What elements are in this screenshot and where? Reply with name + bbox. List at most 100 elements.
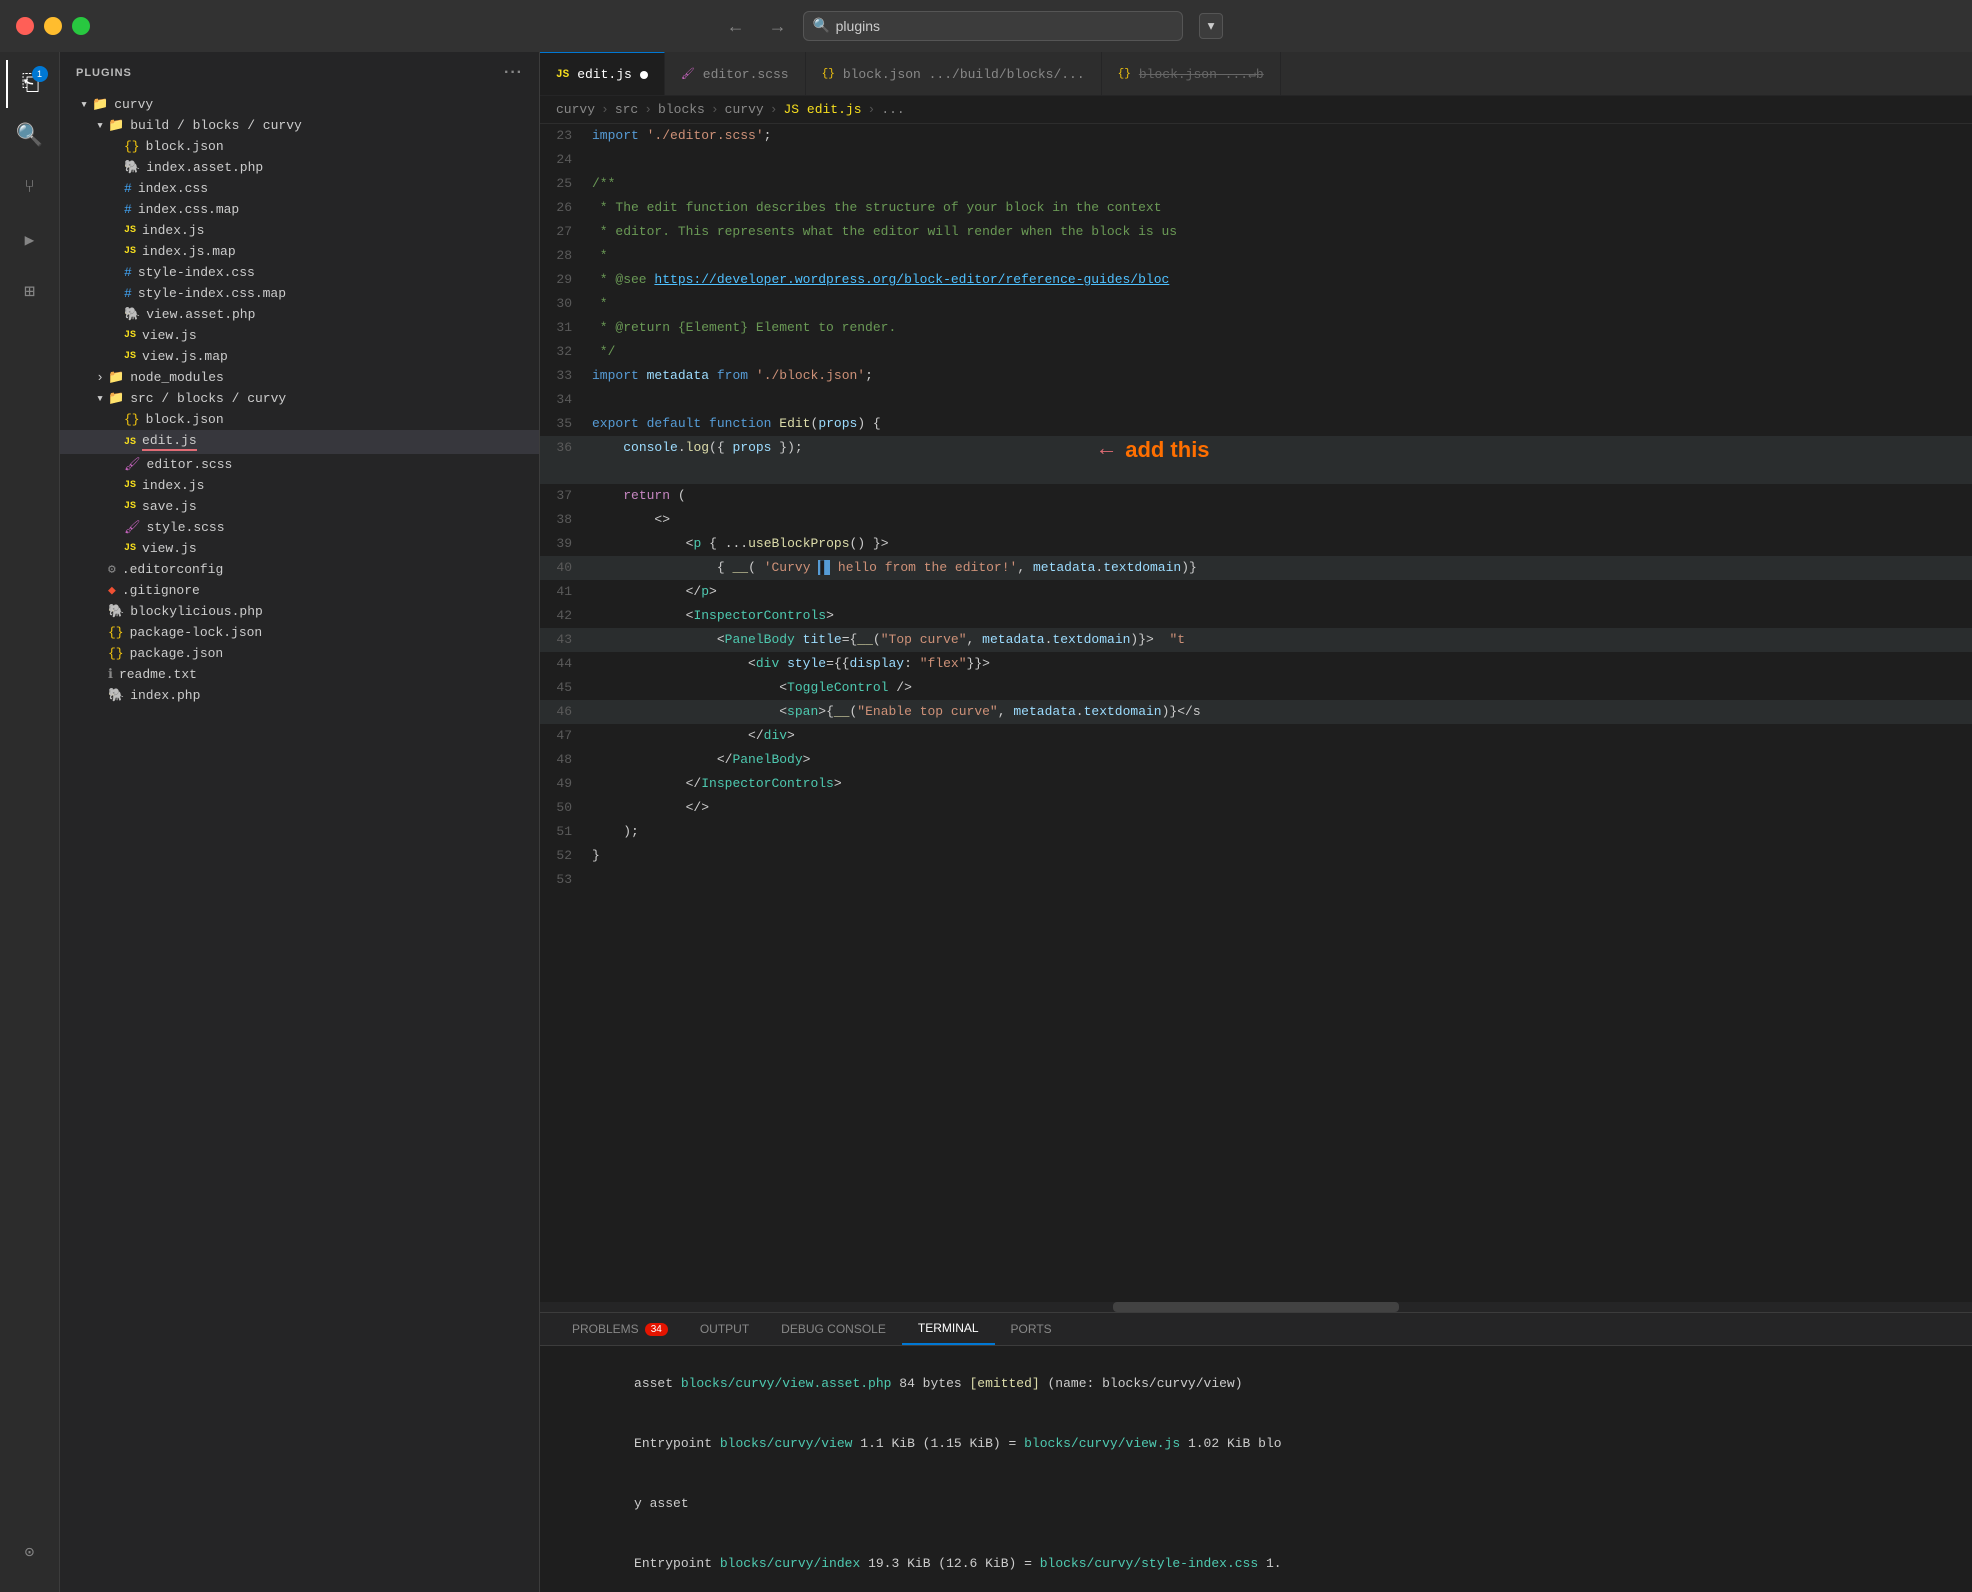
explorer-badge: 1 [32,66,48,82]
main-layout: ⎗ 1 🔍 ⑂ ▶ ⊞ ⊙ PLUGINS ··· ▾ 📁 curvy [0,52,1972,1592]
sidebar-more-button[interactable]: ··· [504,64,523,82]
code-line-50: 50 </> [540,796,1972,820]
tree-item-index-css-map-build[interactable]: # index.css.map [60,199,539,220]
tree-item-label: .gitignore [122,583,200,598]
source-control-icon: ⑂ [24,178,35,198]
search-dropdown-button[interactable]: ▾ [1199,13,1224,39]
tree-item-style-index-css-build[interactable]: # style-index.css [60,262,539,283]
tree-item-readme-txt[interactable]: ℹ readme.txt [60,664,539,685]
tree-item-view-asset-php-build[interactable]: 🐘 view.asset.php [60,304,539,325]
tab-block-json-src[interactable]: {} block.json ...↵b [1102,52,1281,96]
nav-back-button[interactable]: ← [719,12,753,41]
tree-item-save-js-src[interactable]: JS save.js [60,496,539,517]
tree-item-label: .editorconfig [122,562,223,577]
tree-item-gitignore[interactable]: ◆ .gitignore [60,580,539,601]
tree-item-label: view.asset.php [146,307,255,322]
activity-explorer[interactable]: ⎗ 1 [6,60,54,108]
horizontal-scrollbar[interactable] [540,1302,1972,1312]
activity-remote[interactable]: ⊙ [6,1528,54,1576]
tree-item-node-modules[interactable]: › 📁 node_modules [60,367,539,388]
folder-icon: 📁 [108,370,124,385]
tree-item-package-lock-json[interactable]: {} package-lock.json [60,622,539,643]
terminal-output: asset blocks/curvy/view.asset.php 84 byt… [540,1346,1972,1592]
tree-item-index-js-src[interactable]: JS index.js [60,475,539,496]
title-bar: ← → 🔍 ▾ [0,0,1972,52]
tree-item-index-css-build[interactable]: # index.css [60,178,539,199]
code-line-52: 52 } [540,844,1972,868]
tree-item-package-json[interactable]: {} package.json [60,643,539,664]
tree-item-style-scss-src[interactable]: 🖌 style.scss [60,517,539,538]
tree-item-src-blocks-curvy[interactable]: ▾ 📁 src / blocks / curvy [60,388,539,409]
tab-editor-scss[interactable]: 🖌 editor.scss [665,52,806,96]
tree-item-label: src / blocks / curvy [130,391,286,406]
remote-icon: ⊙ [25,1542,35,1562]
js-icon: JS [124,480,136,491]
folder-icon: 📁 [108,118,124,133]
panel-tab-ports[interactable]: PORTS [995,1313,1068,1345]
minimize-button[interactable] [44,17,62,35]
problems-badge: 34 [645,1323,668,1336]
activity-extensions[interactable]: ⊞ [6,268,54,316]
code-line-51: 51 ); [540,820,1972,844]
tree-item-editorconfig[interactable]: ⚙ .editorconfig [60,559,539,580]
txt-icon: ℹ [108,667,113,682]
tree-item-block-json-build[interactable]: {} block.json [60,136,539,157]
code-line-23: 23 import './editor.scss'; [540,124,1972,148]
scss-file-icon: 🖌 [681,67,695,81]
tree-item-label: editor.scss [147,457,233,472]
bc-ellipsis: ... [881,102,904,117]
tree-item-editor-scss-src[interactable]: 🖌 editor.scss [60,454,539,475]
code-line-35: 35 export default function Edit(props) { [540,412,1972,436]
tree-item-view-js-build[interactable]: JS view.js [60,325,539,346]
activity-source-control[interactable]: ⑂ [6,164,54,212]
panel-tab-output[interactable]: OUTPUT [684,1313,765,1345]
global-search-input[interactable] [803,11,1183,41]
run-icon: ▶ [25,230,35,250]
panel-tab-terminal[interactable]: TERMINAL [902,1313,995,1345]
tree-item-label: style-index.css [138,265,255,280]
activity-search[interactable]: 🔍 [6,112,54,160]
json-icon: {} [124,412,140,427]
tab-modified-dot [640,71,648,79]
tab-label: block.json ...↵b [1139,67,1264,82]
code-line-37: 37 return ( [540,484,1972,508]
tree-item-label: index.js [142,478,204,493]
tree-item-edit-js-src[interactable]: JS edit.js [60,430,539,454]
code-line-42: 42 <InspectorControls> [540,604,1972,628]
php-icon: 🐘 [108,604,124,619]
bc-curvy: curvy [556,102,595,117]
js-icon: JS [124,543,136,554]
panel-tab-problems[interactable]: PROBLEMS 34 [556,1313,684,1345]
breadcrumb-separator: › [711,102,719,117]
tree-item-label: view.js.map [142,349,228,364]
close-button[interactable] [16,17,34,35]
chevron-down-icon: ▾ [76,97,92,112]
js-icon: JS [124,501,136,512]
tree-item-view-js-src[interactable]: JS view.js [60,538,539,559]
tree-item-style-index-css-map-build[interactable]: # style-index.css.map [60,283,539,304]
tree-item-block-json-src[interactable]: {} block.json [60,409,539,430]
tree-item-index-js-build[interactable]: JS index.js [60,220,539,241]
scrollbar-thumb[interactable] [1113,1302,1399,1312]
tab-block-json-build[interactable]: {} block.json .../build/blocks/... [806,52,1102,96]
tree-item-view-js-map-build[interactable]: JS view.js.map [60,346,539,367]
tree-item-build-blocks-curvy[interactable]: ▾ 📁 build / blocks / curvy [60,115,539,136]
json-file-icon: {} [822,68,835,80]
code-editor[interactable]: 23 import './editor.scss'; 24 25 /** 26 … [540,124,1972,1302]
chevron-right-icon: › [92,370,108,385]
nav-forward-button[interactable]: → [761,12,795,41]
panel-tab-label: TERMINAL [918,1321,979,1335]
tree-item-index-php[interactable]: 🐘 index.php [60,685,539,706]
tab-edit-js[interactable]: JS edit.js [540,52,665,96]
code-line-27: 27 * editor. This represents what the ed… [540,220,1972,244]
panel-tab-debug-console[interactable]: DEBUG CONSOLE [765,1313,902,1345]
tree-item-curvy[interactable]: ▾ 📁 curvy [60,94,539,115]
tree-item-label: style.scss [147,520,225,535]
tree-item-index-asset-php-build[interactable]: 🐘 index.asset.php [60,157,539,178]
activity-run[interactable]: ▶ [6,216,54,264]
tree-item-blockylicious-php[interactable]: 🐘 blockylicious.php [60,601,539,622]
maximize-button[interactable] [72,17,90,35]
code-line-26: 26 * The edit function describes the str… [540,196,1972,220]
terminal-line-2: Entrypoint blocks/curvy/view 1.1 KiB (1.… [556,1414,1956,1474]
tree-item-index-js-map-build[interactable]: JS index.js.map [60,241,539,262]
